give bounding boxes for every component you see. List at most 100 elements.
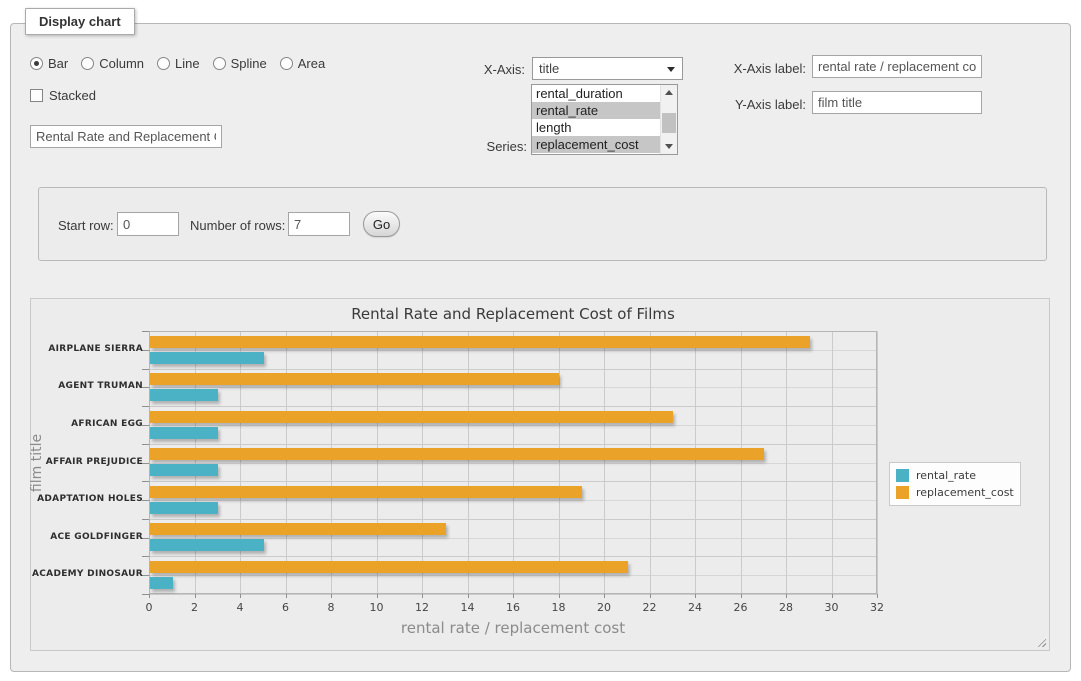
bar-rental_rate <box>150 352 264 364</box>
x-axis-tick-label: 0 <box>146 601 153 614</box>
chart-type-option-area[interactable]: Area <box>280 56 325 71</box>
y-axis-label-input[interactable] <box>812 91 982 114</box>
y-axis-tick-mark <box>142 387 149 388</box>
y-axis-title: film title <box>29 403 49 523</box>
page: Display chart Bar Column Line Spline Area St… <box>0 0 1081 681</box>
x-axis-tick-label: 30 <box>825 601 839 614</box>
chart-type-option-spline[interactable]: Spline <box>213 56 267 71</box>
stacked-option[interactable]: Stacked <box>30 88 96 103</box>
series-option-replacement_cost[interactable]: replacement_cost <box>532 136 660 153</box>
series-list-scrollbar[interactable] <box>660 85 677 154</box>
x-axis-tick-label: 8 <box>328 601 335 614</box>
start-row-input[interactable] <box>117 212 179 236</box>
x-axis-tick-label: 10 <box>370 601 384 614</box>
fieldset-legend: Display chart <box>25 8 135 35</box>
legend-swatch-replacement_cost <box>896 486 909 499</box>
number-of-rows-input[interactable] <box>288 212 350 236</box>
x-axis-label-input[interactable] <box>812 55 982 78</box>
x-axis-tick-mark <box>513 594 514 598</box>
chart-resize-handle[interactable] <box>1035 636 1046 647</box>
y-axis-tick-mark <box>142 519 149 520</box>
bar-replacement_cost <box>150 336 810 348</box>
legend-label-rental_rate: rental_rate <box>916 469 976 482</box>
category-label: ACE GOLDFINGER <box>31 532 143 542</box>
x-axis-tick-mark <box>468 594 469 598</box>
series-option-rental_duration[interactable]: rental_duration <box>532 85 660 102</box>
chart-type-label: Line <box>175 56 200 71</box>
y-axis-tick-mark <box>142 331 149 332</box>
bar-replacement_cost <box>150 448 764 460</box>
bar-replacement_cost <box>150 523 446 535</box>
scrollbar-up-button[interactable] <box>661 85 677 100</box>
bar-replacement_cost <box>150 373 559 385</box>
chart-type-radio-bar[interactable] <box>30 57 43 70</box>
x-axis-label-label: X-Axis label: <box>720 61 806 76</box>
legend-swatch-rental_rate <box>896 469 909 482</box>
y-axis-tick-mark <box>142 425 149 426</box>
series-option-rental_rate[interactable]: rental_rate <box>532 102 660 119</box>
x-axis-tick-mark <box>286 594 287 598</box>
x-axis-tick-mark <box>650 594 651 598</box>
gridline-vertical <box>877 331 878 594</box>
bar-rental_rate <box>150 427 218 439</box>
stacked-label: Stacked <box>49 88 96 103</box>
x-axis-tick-label: 22 <box>643 601 657 614</box>
scrollbar-down-button[interactable] <box>661 139 677 154</box>
start-row-label: Start row: <box>58 218 114 233</box>
chart-container: Rental Rate and Replacement Cost of Film… <box>30 298 1050 651</box>
x-axis-tick-label: 4 <box>237 601 244 614</box>
series-option-length[interactable]: length <box>532 119 660 136</box>
chevron-down-icon <box>667 67 675 72</box>
chart-title-input[interactable] <box>30 125 222 148</box>
scrollbar-thumb[interactable] <box>662 113 676 133</box>
chart-type-radio-column[interactable] <box>81 57 94 70</box>
bar-rental_rate <box>150 502 218 514</box>
x-axis-select[interactable]: title <box>532 57 683 80</box>
bar-rental_rate <box>150 577 173 589</box>
arrow-up-icon <box>665 90 673 95</box>
y-axis-tick-mark <box>142 556 149 557</box>
series-multiselect[interactable]: rental_durationrental_ratelengthreplacem… <box>531 84 678 155</box>
chart-type-option-line[interactable]: Line <box>157 56 200 71</box>
x-axis-tick-label: 6 <box>282 601 289 614</box>
chart-type-option-column[interactable]: Column <box>81 56 144 71</box>
x-axis-tick-label: 20 <box>597 601 611 614</box>
x-axis-tick-label: 26 <box>734 601 748 614</box>
x-axis-tick-mark <box>422 594 423 598</box>
bar-rental_rate <box>150 539 264 551</box>
x-axis-tick-label: 12 <box>415 601 429 614</box>
x-axis-tick-mark <box>240 594 241 598</box>
chart-type-radio-line[interactable] <box>157 57 170 70</box>
legend-label-replacement_cost: replacement_cost <box>916 486 1014 499</box>
x-axis-tick-label: 18 <box>552 601 566 614</box>
chart-type-option-bar[interactable]: Bar <box>30 56 68 71</box>
stacked-checkbox[interactable] <box>30 89 43 102</box>
go-button-label: Go <box>373 217 390 232</box>
chart-type-radio-group: Bar Column Line Spline Area <box>30 55 325 71</box>
bar-replacement_cost <box>150 561 628 573</box>
chart-legend: rental_rate replacement_cost <box>889 462 1021 506</box>
chart-type-radio-spline[interactable] <box>213 57 226 70</box>
category-label: AIRPLANE SIERRA <box>31 344 143 354</box>
go-button[interactable]: Go <box>363 211 400 237</box>
x-axis-tick-label: 24 <box>688 601 702 614</box>
chart-type-radio-area[interactable] <box>280 57 293 70</box>
x-axis-tick-label: 28 <box>779 601 793 614</box>
x-axis-tick-mark <box>695 594 696 598</box>
bar-rental_rate <box>150 389 218 401</box>
bar-replacement_cost <box>150 411 673 423</box>
y-axis-tick-mark <box>142 575 149 576</box>
y-axis-tick-mark <box>142 463 149 464</box>
bar-rental_rate <box>150 464 218 476</box>
y-axis-tick-mark <box>142 538 149 539</box>
y-axis-tick-mark <box>142 594 149 595</box>
x-axis-tick-label: 32 <box>870 601 884 614</box>
x-axis-tick-mark <box>741 594 742 598</box>
legend-row: rental_rate <box>896 467 1014 484</box>
chart-type-label: Bar <box>48 56 68 71</box>
category-label: AGENT TRUMAN <box>31 381 143 391</box>
chart-type-label: Column <box>99 56 144 71</box>
x-axis-tick-label: 16 <box>506 601 520 614</box>
x-axis-tick-mark <box>149 594 150 598</box>
chart-title: Rental Rate and Replacement Cost of Film… <box>149 305 877 323</box>
